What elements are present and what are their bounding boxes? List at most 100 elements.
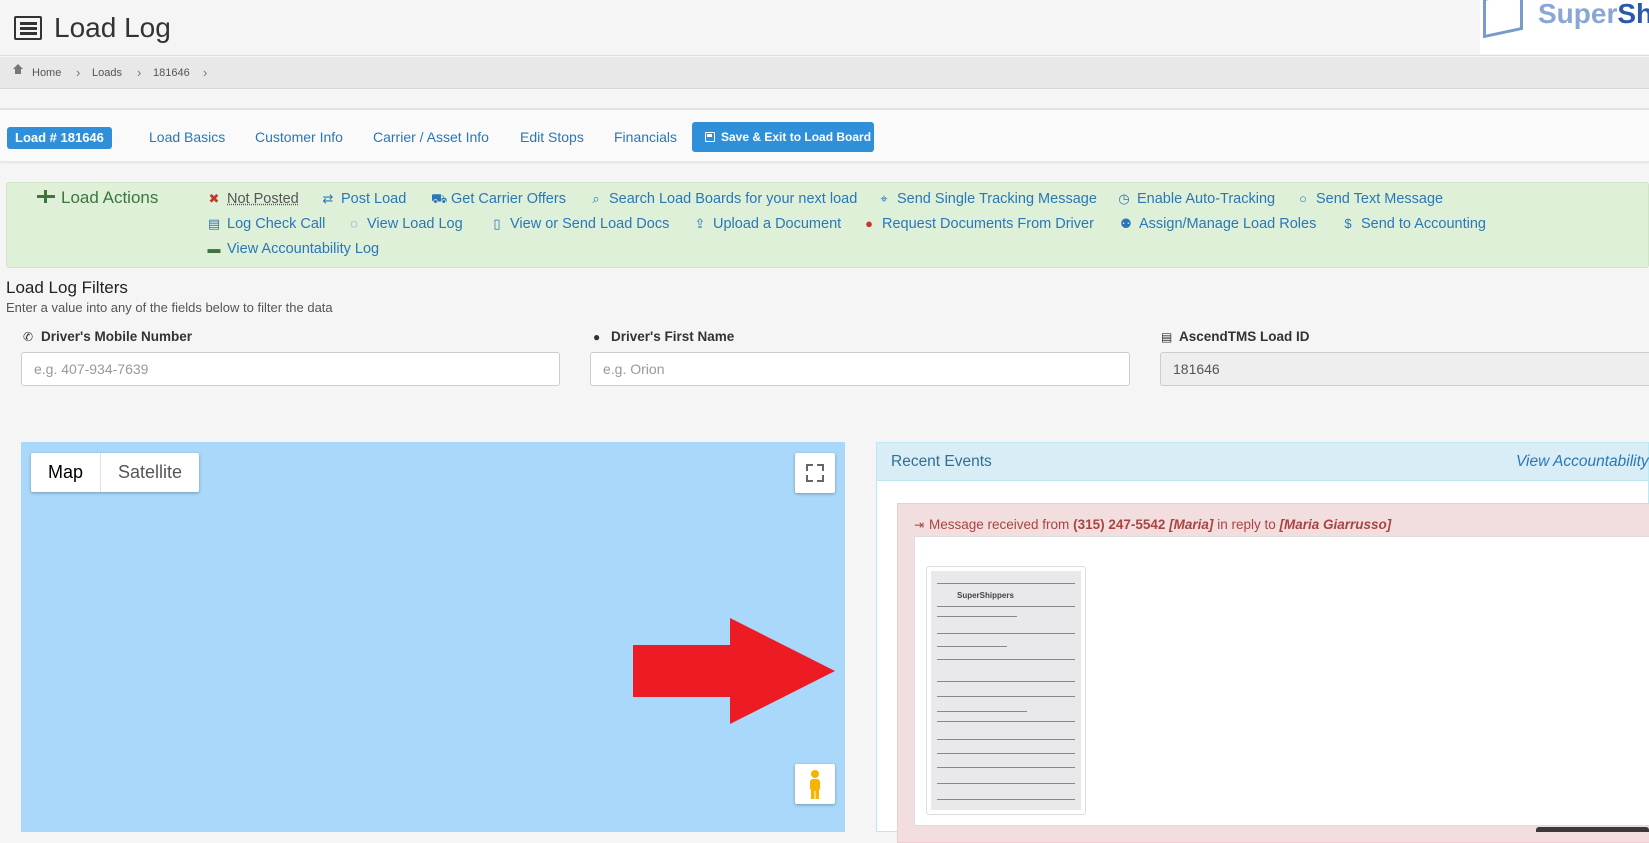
load-id-label: ▤ AscendTMS Load ID [1161, 329, 1310, 344]
event-message: ⇥ Message received from (315) 247-5542 [M… [897, 503, 1649, 843]
action-request-documents[interactable]: ● Request Documents From Driver [862, 216, 1094, 232]
action-view-send-docs[interactable]: ▯ View or Send Load Docs [490, 216, 669, 232]
page-title: Load Log [54, 12, 171, 43]
fullscreen-button[interactable] [795, 453, 835, 493]
chevron-right-icon: › [137, 65, 142, 80]
msg-mid: in reply to [1217, 517, 1276, 532]
action-label: Send to Accounting [1361, 216, 1486, 232]
times-icon: ✖ [208, 191, 220, 206]
action-label: Assign/Manage Load Roles [1139, 216, 1317, 232]
user-icon: ● [865, 216, 873, 231]
mobile-number-input[interactable] [21, 352, 560, 386]
chevron-right-icon: › [76, 65, 81, 80]
user-icon: ● [593, 330, 601, 344]
briefcase-icon: ▬ [207, 241, 221, 256]
action-label: Post Load [341, 191, 407, 207]
view-accountability-link[interactable]: View Accountability [1516, 453, 1649, 471]
comment-icon: ○ [1299, 191, 1307, 206]
msg-phone: (315) 247-5542 [1073, 517, 1166, 532]
event-message-line: ⇥ Message received from (315) 247-5542 [M… [914, 517, 1391, 532]
breadcrumb-load-id[interactable]: 181646 [153, 67, 190, 79]
page-header: Load Log SuperSh [0, 0, 1649, 56]
cube-icon [1483, 0, 1523, 39]
company-logo: SuperSh [1480, 0, 1649, 54]
tab-carrier-asset-info[interactable]: Carrier / Asset Info [373, 129, 489, 145]
map-view[interactable]: Map Satellite [21, 442, 845, 832]
action-send-tracking-message[interactable]: ⌖ Send Single Tracking Message [877, 191, 1097, 207]
retweet-icon: ⇄ [322, 191, 334, 206]
action-search-load-boards[interactable]: ⌕ Search Load Boards for your next load [589, 191, 857, 207]
action-assign-roles[interactable]: ⚉ Assign/Manage Load Roles [1119, 216, 1316, 232]
load-id-input[interactable] [1160, 352, 1649, 386]
bill-of-lading-image: SuperShippers [931, 571, 1081, 810]
logo-text-a: Super [1538, 0, 1618, 29]
save-icon [705, 132, 715, 142]
first-name-label-text: Driver's First Name [611, 329, 735, 344]
clock-icon: ◷ [1118, 191, 1130, 206]
mobile-number-label-text: Driver's Mobile Number [41, 329, 192, 344]
action-upload-document[interactable]: ⇪ Upload a Document [693, 216, 842, 232]
home-icon [13, 64, 23, 77]
recent-events-header: Recent Events View Accountability [877, 443, 1649, 481]
msg-sender: [Maria] [1169, 517, 1214, 532]
tab-customer-info[interactable]: Customer Info [255, 129, 343, 145]
chevron-right-icon: › [203, 65, 208, 80]
map-type-map[interactable]: Map [31, 453, 102, 492]
sign-in-icon: ⇥ [914, 518, 925, 532]
tab-edit-stops[interactable]: Edit Stops [520, 129, 584, 145]
breadcrumb: Home › Loads › 181646 › [0, 57, 1649, 89]
load-number-badge: Load # 181646 [7, 127, 112, 149]
filters-subtitle: Enter a value into any of the fields bel… [6, 300, 333, 315]
pegman-icon [810, 770, 820, 799]
file-icon: ▯ [493, 216, 501, 231]
action-label: View or Send Load Docs [510, 216, 670, 232]
pegman-button[interactable] [795, 764, 835, 804]
load-actions-label: Load Actions [61, 188, 159, 207]
plane-icon [37, 190, 55, 203]
recent-events-title: Recent Events [891, 453, 992, 470]
logo-text-b: Sh [1617, 0, 1649, 29]
action-label: Enable Auto-Tracking [1137, 191, 1276, 207]
breadcrumb-loads[interactable]: Loads [92, 67, 122, 79]
first-name-input[interactable] [590, 352, 1130, 386]
event-attachment-area: SuperShippers [914, 536, 1649, 826]
map-type-satellite[interactable]: Satellite [101, 453, 199, 492]
action-label: Log Check Call [227, 216, 326, 232]
action-send-to-accounting[interactable]: $ Send to Accounting [1341, 216, 1486, 232]
load-tabs-bar: Load # 181646 Load Basics Customer Info … [0, 108, 1649, 162]
action-label: Upload a Document [713, 216, 842, 232]
action-post-load[interactable]: ⇄ Post Load [321, 191, 407, 207]
clipboard-icon: ▤ [207, 216, 221, 231]
action-get-carrier-offers[interactable]: ⛟ Get Carrier Offers [431, 191, 566, 209]
action-enable-auto-tracking[interactable]: ◷ Enable Auto-Tracking [1117, 191, 1275, 207]
action-view-load-log[interactable]: ◌ View Load Log [347, 216, 463, 232]
list-icon [14, 16, 42, 40]
red-arrow-icon [633, 618, 835, 724]
load-id-label-text: AscendTMS Load ID [1179, 329, 1310, 344]
document-thumbnail[interactable]: SuperShippers [926, 566, 1086, 815]
action-label: Search Load Boards for your next load [609, 191, 858, 207]
load-actions-panel: Load Actions ✖ Not Posted ⇄ Post Load ⛟ Get… [6, 182, 1649, 268]
save-exit-label: Save & Exit to Load Board [721, 130, 872, 144]
tab-financials[interactable]: Financials [614, 129, 677, 145]
action-view-accountability-log[interactable]: ▬ View Accountability Log [207, 241, 380, 257]
save-exit-button[interactable]: Save & Exit to Load Board [692, 122, 874, 152]
not-posted-status[interactable]: ✖ Not Posted [207, 191, 299, 207]
floating-bar [1536, 827, 1649, 832]
filters-title: Load Log Filters [6, 278, 128, 297]
map-type-toggle: Map Satellite [31, 453, 200, 492]
msg-recipient: [Maria Giarrusso] [1279, 517, 1392, 532]
action-log-check-call[interactable]: ▤ Log Check Call [207, 216, 325, 232]
tab-load-basics[interactable]: Load Basics [149, 129, 225, 145]
not-posted-label: Not Posted [227, 191, 299, 207]
first-name-label: ● Driver's First Name [593, 329, 734, 344]
action-label: View Accountability Log [227, 241, 380, 257]
breadcrumb-home[interactable]: Home [32, 67, 61, 79]
list-icon: ▤ [1161, 330, 1173, 344]
dollar-icon: $ [1344, 216, 1352, 231]
search-icon: ⌕ [592, 191, 600, 206]
action-send-text-message[interactable]: ○ Send Text Message [1296, 191, 1443, 207]
action-label: Send Text Message [1316, 191, 1444, 207]
action-label: Request Documents From Driver [882, 216, 1094, 232]
truck-icon: ⛟ [431, 191, 448, 206]
